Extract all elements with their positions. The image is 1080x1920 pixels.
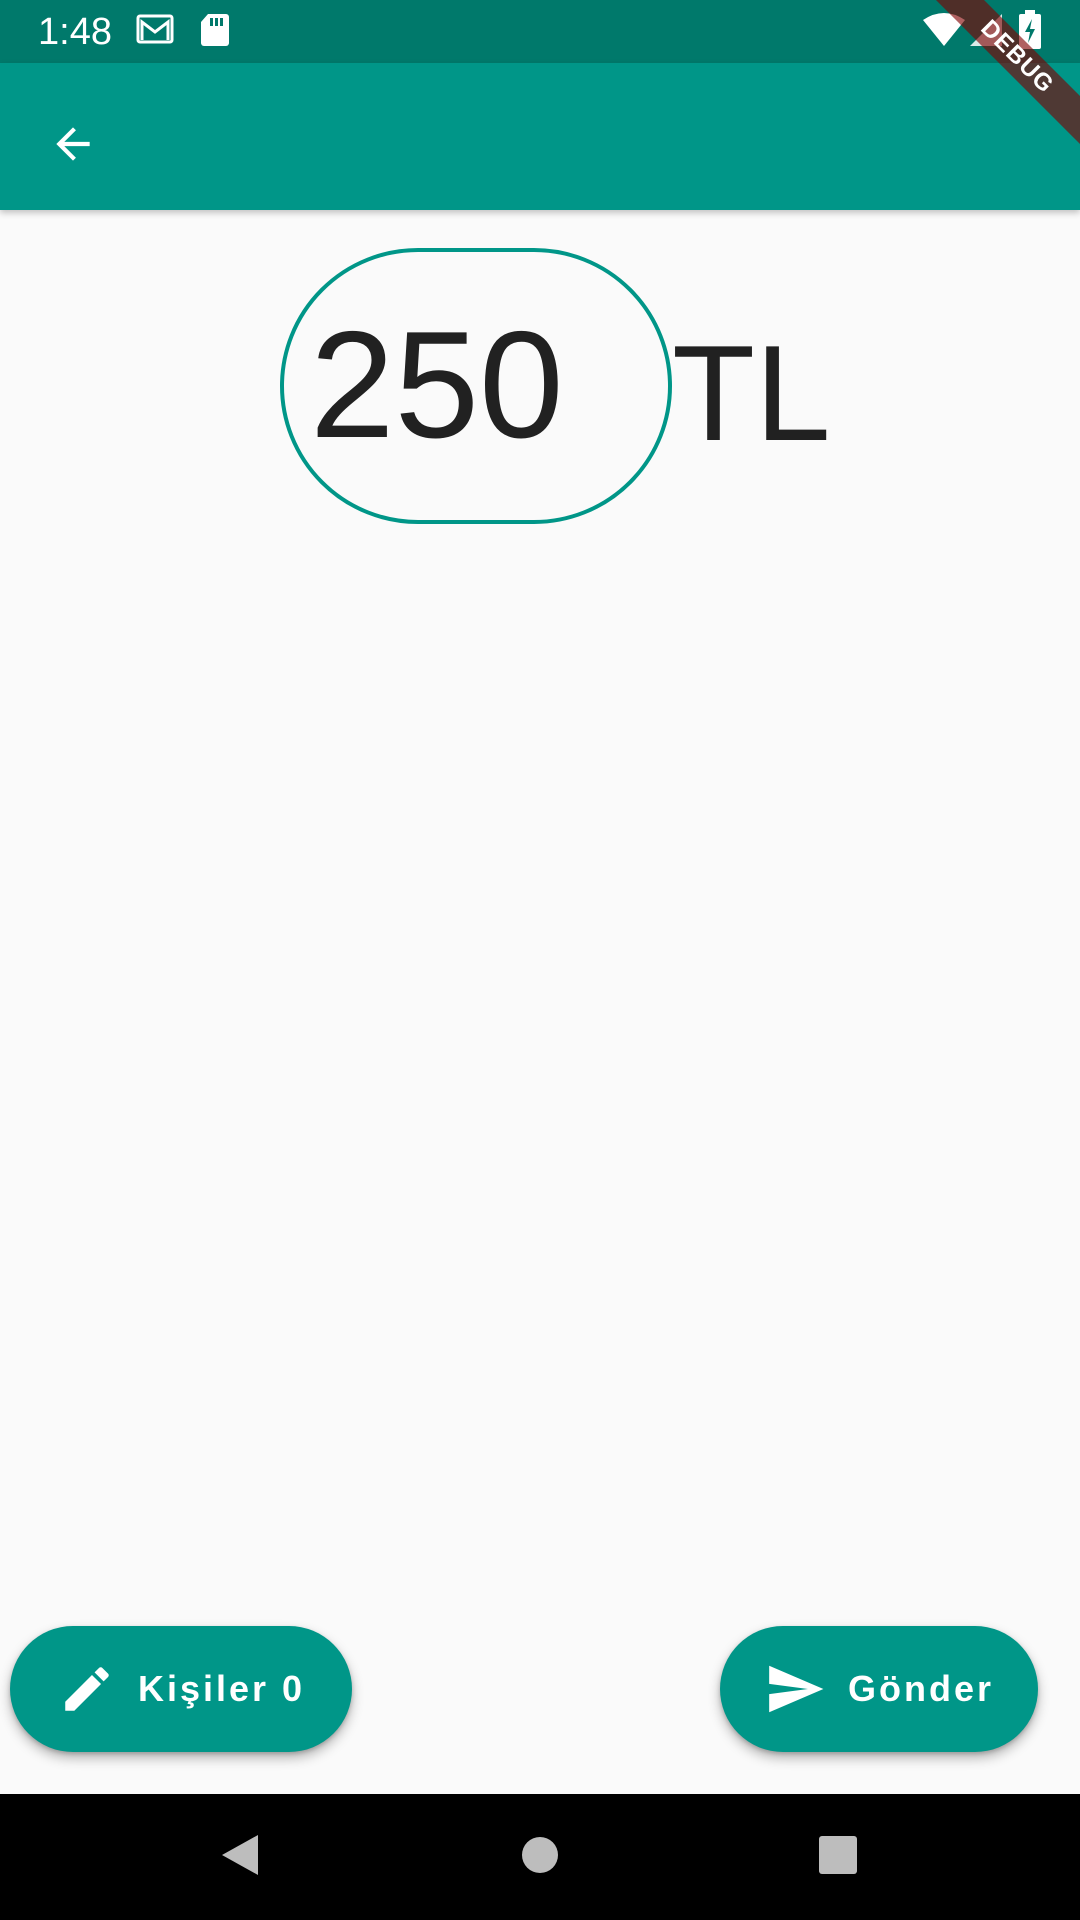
system-nav-bar [0, 1794, 1080, 1920]
nav-recents-button[interactable] [808, 1827, 868, 1887]
battery-charging-icon [1018, 10, 1042, 50]
nav-back-button[interactable] [210, 1827, 270, 1887]
send-button[interactable]: Gönder [720, 1626, 1038, 1752]
currency-label: TL [672, 317, 831, 469]
sd-card-icon [200, 12, 230, 48]
app-bar [0, 63, 1080, 210]
status-time: 1:48 [38, 11, 112, 53]
gmail-icon [136, 12, 178, 48]
nav-home-button[interactable] [510, 1827, 570, 1887]
arrow-back-icon [48, 119, 98, 174]
screen: 1:48 DEBUG 250 TL Kişiler 0 Gönder [0, 0, 1080, 1920]
signal-icon [968, 12, 1004, 48]
pencil-icon [58, 1660, 116, 1718]
contacts-button-label: Kişiler 0 [138, 1668, 306, 1709]
status-bar: 1:48 [0, 0, 1080, 63]
back-button[interactable] [30, 103, 116, 189]
wifi-icon [922, 12, 966, 48]
contacts-button[interactable]: Kişiler 0 [10, 1626, 352, 1752]
send-button-label: Gönder [848, 1668, 995, 1709]
back-triangle-icon [220, 1833, 260, 1882]
recents-square-icon [818, 1835, 858, 1880]
send-icon [764, 1658, 826, 1720]
amount-value[interactable]: 250 [310, 300, 564, 470]
home-circle-icon [520, 1835, 560, 1880]
